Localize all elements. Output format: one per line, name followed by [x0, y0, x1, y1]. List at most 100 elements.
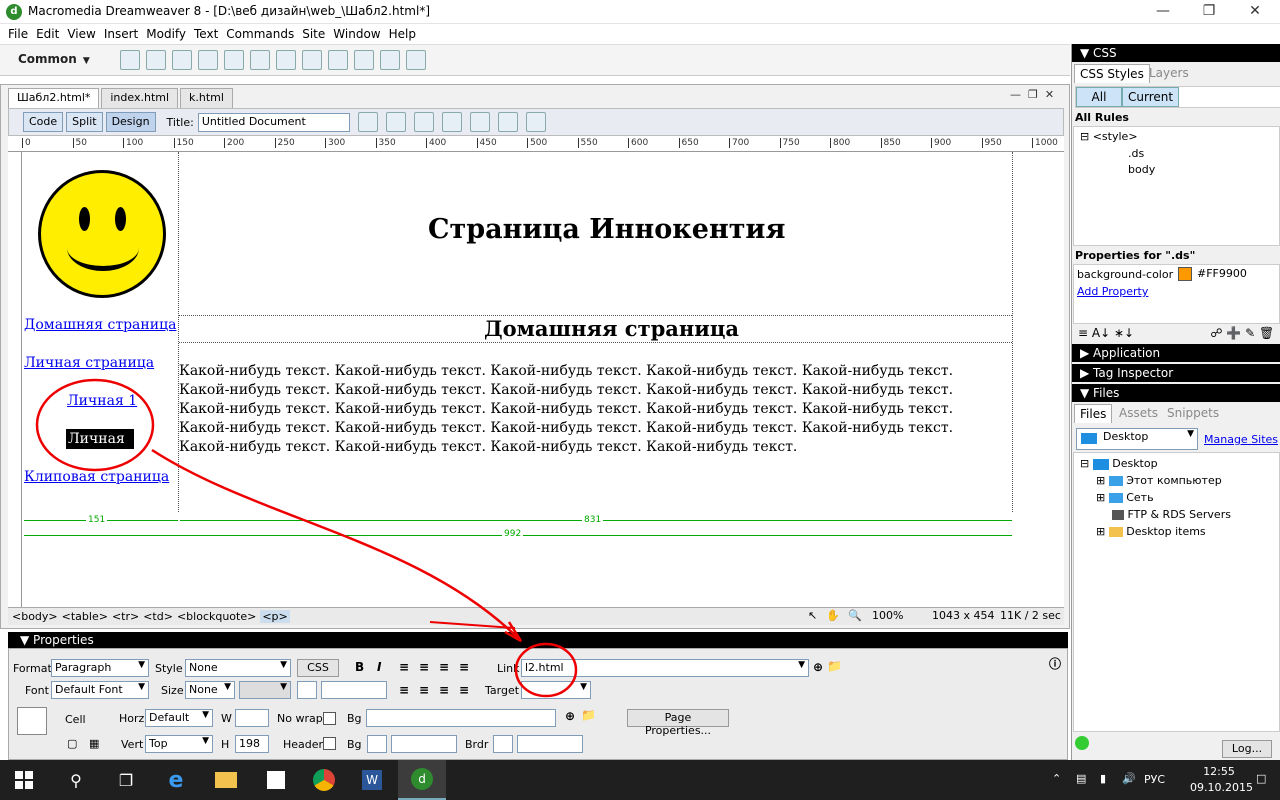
layer-icon[interactable]	[224, 50, 244, 70]
justify-icon[interactable]: ≡	[459, 660, 469, 674]
start-button[interactable]	[0, 760, 48, 800]
rule-style[interactable]: ⊟ <style>	[1080, 130, 1138, 143]
rule-body[interactable]: body	[1128, 163, 1155, 176]
task-view-icon[interactable]: ❐	[102, 760, 150, 800]
language-indicator[interactable]: РУС	[1144, 773, 1165, 786]
split-view-button[interactable]: Split	[66, 112, 103, 132]
tag-chooser-icon[interactable]	[380, 50, 400, 70]
align-center-icon[interactable]: ≡	[419, 660, 429, 674]
nav-personal-link[interactable]: Личная страница	[24, 355, 154, 371]
volume-icon[interactable]: 🔊	[1122, 772, 1136, 785]
header-checkbox[interactable]	[323, 737, 336, 750]
menu-edit[interactable]: Edit	[36, 24, 59, 44]
tag-table[interactable]: <table>	[62, 610, 108, 623]
bg-folder-icon[interactable]: 📁	[581, 708, 596, 722]
nowrap-checkbox[interactable]	[323, 712, 336, 725]
chrome-icon[interactable]	[300, 760, 348, 800]
tab-k[interactable]: k.html	[180, 88, 233, 108]
size-unit-select[interactable]: ▼	[239, 681, 291, 699]
format-select[interactable]: Paragraph ▼	[51, 659, 149, 677]
visual-aids-icon[interactable]	[525, 112, 546, 132]
nav-clips-link[interactable]: Клиповая страница	[24, 469, 169, 485]
rule-ds[interactable]: .ds	[1128, 147, 1144, 160]
tree-ftp-rds[interactable]: FTP & RDS Servers	[1112, 508, 1231, 521]
minimize-button[interactable]: —	[1140, 0, 1186, 24]
menu-view[interactable]: View	[67, 24, 95, 44]
browse-folder-icon[interactable]: 📁	[827, 659, 842, 673]
nav-home-link[interactable]: Домашняя страница	[24, 317, 176, 333]
unordered-list-icon[interactable]: ≡	[399, 683, 409, 697]
explorer-icon[interactable]	[202, 760, 250, 800]
css-panel-header[interactable]: ▼ CSS	[1072, 44, 1280, 62]
files-panel-header[interactable]: ▼ Files	[1072, 384, 1280, 402]
design-canvas[interactable]: Страница Иннокентия Домашняя страница Ли…	[22, 152, 1064, 607]
border-color-input[interactable]	[517, 735, 583, 753]
menu-commands[interactable]: Commands	[226, 24, 294, 44]
email-link-icon[interactable]	[146, 50, 166, 70]
tab-snippets[interactable]: Snippets	[1162, 404, 1224, 422]
select-tool-icon[interactable]: ↖	[808, 609, 817, 622]
tree-network[interactable]: ⊞ Сеть	[1096, 491, 1154, 504]
search-icon[interactable]: ⚲	[52, 760, 100, 800]
application-panel-header[interactable]: ▶ Application	[1072, 344, 1280, 362]
text-color-picker[interactable]	[297, 681, 317, 699]
add-property-link[interactable]: Add Property	[1077, 285, 1148, 298]
zoom-tool-icon[interactable]: 🔍	[848, 609, 862, 622]
clock-time[interactable]: 12:55	[1196, 765, 1242, 778]
table-icon[interactable]	[198, 50, 218, 70]
dreamweaver-taskbar-icon[interactable]: d	[398, 760, 446, 800]
menu-modify[interactable]: Modify	[146, 24, 186, 44]
tag-p[interactable]: <p>	[260, 610, 290, 623]
vert-select[interactable]: Top ▼	[145, 735, 213, 753]
code-view-button[interactable]: Code	[23, 112, 64, 132]
date-icon[interactable]	[302, 50, 322, 70]
tab-files[interactable]: Files	[1074, 404, 1113, 423]
horz-select[interactable]: Default ▼	[145, 709, 213, 727]
document-title-input[interactable]: Untitled Document	[197, 112, 350, 132]
bg-color-picker[interactable]	[367, 735, 387, 753]
text-color-input[interactable]	[321, 681, 387, 699]
maximize-button[interactable]: ❐	[1186, 0, 1232, 24]
tree-desktop-items[interactable]: ⊞ Desktop items	[1096, 525, 1206, 538]
split-cell-icon[interactable]: ▦	[89, 737, 99, 750]
size-select[interactable]: None ▼	[185, 681, 235, 699]
menu-site[interactable]: Site	[302, 24, 325, 44]
align-left-icon[interactable]: ≡	[399, 660, 409, 674]
nav-personal1-link[interactable]: Личная 1	[67, 393, 137, 409]
outdent-icon[interactable]: ≡	[439, 683, 449, 697]
cell-height-input[interactable]: 198	[235, 735, 269, 753]
tag-blockquote[interactable]: <blockquote>	[177, 610, 256, 623]
window-size[interactable]: 1043 x 454	[932, 609, 995, 622]
head-icon[interactable]	[406, 50, 426, 70]
tag-tr[interactable]: <tr>	[112, 610, 139, 623]
close-button[interactable]: ✕	[1232, 0, 1278, 24]
tray-arrow-icon[interactable]: ⌃	[1052, 772, 1061, 785]
tag-body[interactable]: <body>	[12, 610, 58, 623]
tab-assets[interactable]: Assets	[1114, 404, 1163, 422]
tab-index[interactable]: index.html	[101, 88, 179, 108]
indent-icon[interactable]: ≡	[459, 683, 469, 697]
network-icon[interactable]: ▤	[1076, 772, 1086, 785]
notifications-icon[interactable]: □	[1256, 772, 1266, 785]
font-select[interactable]: Default Font ▼	[51, 681, 149, 699]
manage-sites-link[interactable]: Manage Sites	[1204, 433, 1278, 446]
word-icon[interactable]: W	[348, 760, 396, 800]
battery-icon[interactable]: ▮	[1100, 772, 1106, 785]
site-select[interactable]: Desktop ▼	[1076, 428, 1198, 450]
hyperlink-icon[interactable]	[120, 50, 140, 70]
ordered-list-icon[interactable]: ≡	[419, 683, 429, 697]
tree-desktop[interactable]: ⊟ Desktop	[1080, 457, 1158, 470]
menu-file[interactable]: File	[8, 24, 28, 44]
bold-icon[interactable]: B	[355, 660, 364, 674]
reload-icon[interactable]	[469, 112, 490, 132]
clock-date[interactable]: 09.10.2015	[1190, 781, 1253, 794]
css-current-button[interactable]: Current	[1122, 87, 1180, 107]
tag-inspector-panel-header[interactable]: ▶ Tag Inspector	[1072, 364, 1280, 382]
properties-header[interactable]: ▼ Properties	[8, 632, 1068, 648]
tab-shabl2[interactable]: Шабл2.html*	[8, 88, 100, 108]
menu-text[interactable]: Text	[194, 24, 218, 44]
bg-color-input[interactable]	[391, 735, 457, 753]
point-to-file-icon[interactable]: ⊕	[813, 660, 823, 674]
file-management-icon[interactable]	[357, 112, 378, 132]
image-icon[interactable]	[250, 50, 270, 70]
